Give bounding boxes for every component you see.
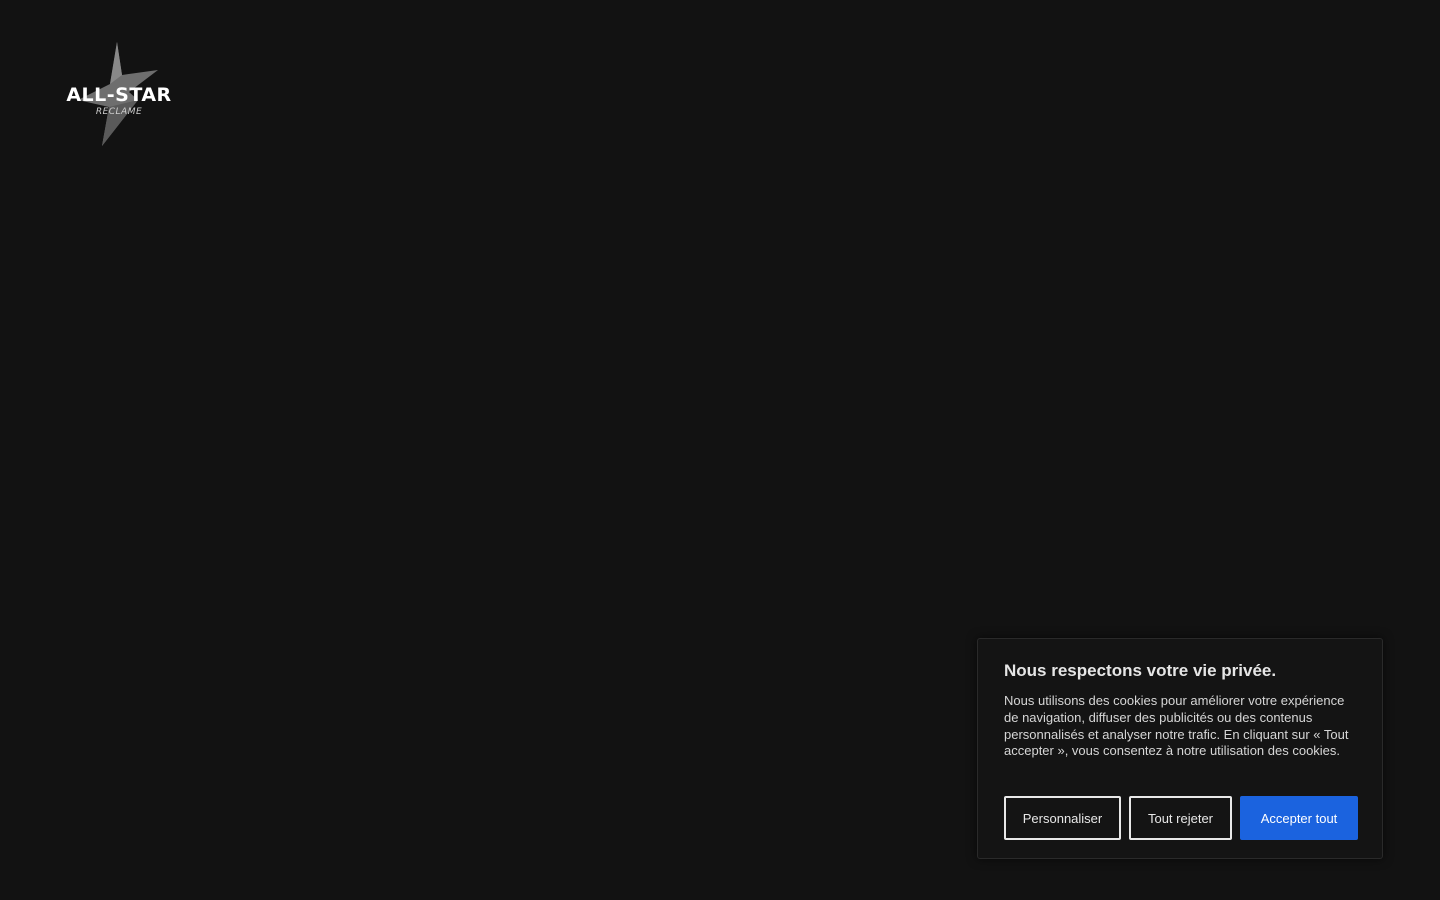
cookie-consent-banner: Nous respectons votre vie privée. Nous u… xyxy=(977,638,1383,859)
logo-subtitle: RECLAME xyxy=(95,107,143,117)
accept-all-button[interactable]: Accepter tout xyxy=(1240,796,1358,840)
cookie-banner-text: Nous utilisons des cookies pour améliore… xyxy=(1004,693,1349,759)
customize-button[interactable]: Personnaliser xyxy=(1004,796,1121,840)
cookie-banner-title: Nous respectons votre vie privée. xyxy=(1004,661,1277,680)
cookie-banner-actions: Personnaliser Tout rejeter Accepter tout xyxy=(1004,796,1358,840)
brand-logo[interactable]: ALL-STAR RECLAME xyxy=(64,40,176,150)
reject-all-button[interactable]: Tout rejeter xyxy=(1129,796,1232,840)
logo-title: ALL-STAR xyxy=(66,84,172,106)
page: ALL-STAR RECLAME Nous respectons votre v… xyxy=(0,0,1440,900)
